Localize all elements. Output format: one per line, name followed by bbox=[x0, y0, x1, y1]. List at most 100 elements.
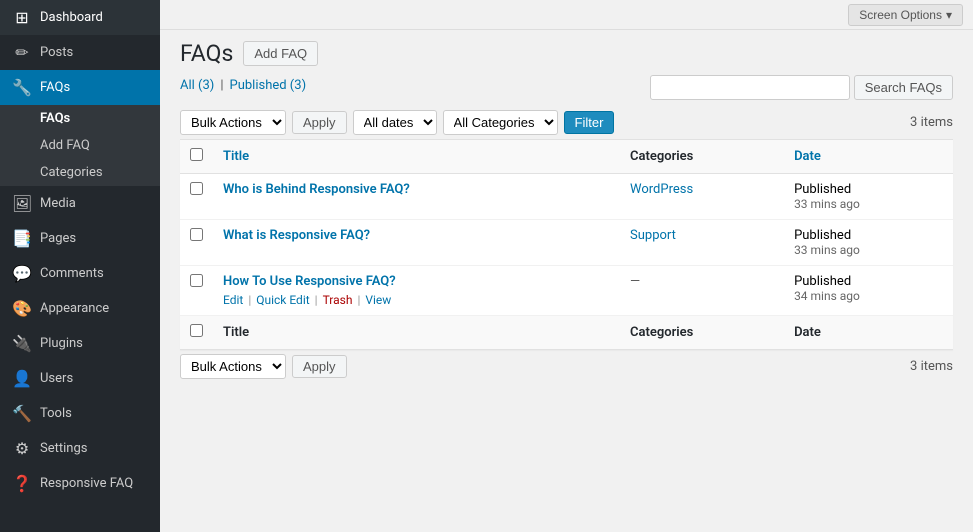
sidebar-item-pages[interactable]: 📑 Pages bbox=[0, 221, 160, 256]
sidebar-item-dashboard[interactable]: ⊞ Dashboard bbox=[0, 0, 160, 35]
row1-title-link[interactable]: Who is Behind Responsive FAQ? bbox=[223, 182, 410, 197]
categories-select[interactable]: All Categories bbox=[443, 110, 558, 135]
filter-published[interactable]: Published (3) bbox=[230, 78, 307, 93]
sidebar-item-label: FAQs bbox=[40, 80, 70, 95]
sidebar-submenu-item-faqs-main[interactable]: FAQs bbox=[0, 105, 160, 132]
th-categories: Categories bbox=[620, 140, 784, 174]
filter-all[interactable]: All (3) bbox=[180, 78, 214, 93]
topbar: Screen Options ▾ bbox=[160, 0, 973, 30]
tools-icon: 🔨 bbox=[12, 404, 32, 423]
sidebar-item-appearance[interactable]: 🎨 Appearance bbox=[0, 291, 160, 326]
apply-button-top[interactable]: Apply bbox=[292, 111, 347, 134]
items-count-bottom: 3 items bbox=[910, 359, 953, 374]
th-title: Title bbox=[213, 140, 620, 174]
bulk-actions-select-bottom[interactable]: Bulk Actions bbox=[180, 354, 286, 379]
sidebar-item-media[interactable]: 🖼 Media bbox=[0, 186, 160, 221]
sidebar-item-tools[interactable]: 🔨 Tools bbox=[0, 396, 160, 431]
sidebar-item-label: Responsive FAQ bbox=[40, 476, 133, 491]
bulk-actions-select-top[interactable]: Bulk Actions bbox=[180, 110, 286, 135]
row1-date-cell: Published 33 mins ago bbox=[784, 174, 953, 220]
sidebar: ⊞ Dashboard ✏ Posts 🔧 FAQs FAQs Add FAQ … bbox=[0, 0, 160, 532]
search-faqs-button[interactable]: Search FAQs bbox=[854, 75, 953, 100]
select-all-checkbox[interactable] bbox=[190, 148, 203, 161]
sidebar-item-users[interactable]: 👤 Users bbox=[0, 361, 160, 396]
row3-checkbox-cell bbox=[180, 266, 213, 316]
row3-quick-edit-link[interactable]: Quick Edit bbox=[256, 293, 309, 307]
sidebar-item-responsive-faq[interactable]: ❓ Responsive FAQ bbox=[0, 466, 160, 501]
comments-icon: 💬 bbox=[12, 264, 32, 283]
sidebar-item-posts[interactable]: ✏ Posts bbox=[0, 35, 160, 70]
sidebar-item-label: Comments bbox=[40, 266, 104, 281]
sidebar-item-plugins[interactable]: 🔌 Plugins bbox=[0, 326, 160, 361]
row3-trash-link[interactable]: Trash bbox=[323, 293, 353, 307]
row2-status: Published bbox=[794, 228, 943, 243]
date-sort-link[interactable]: Date bbox=[794, 149, 821, 164]
screen-options-button[interactable]: Screen Options ▾ bbox=[848, 4, 963, 26]
row3-time-ago: 34 mins ago bbox=[794, 289, 943, 303]
row2-time-ago: 33 mins ago bbox=[794, 243, 943, 257]
th-date: Date bbox=[784, 140, 953, 174]
faqs-icon: 🔧 bbox=[12, 78, 32, 97]
appearance-icon: 🎨 bbox=[12, 299, 32, 318]
sidebar-item-label: Posts bbox=[40, 45, 73, 60]
faqs-table: Title Categories Date Who is Behind Resp… bbox=[180, 139, 953, 350]
sidebar-item-label: Settings bbox=[40, 441, 87, 456]
posts-icon: ✏ bbox=[12, 43, 32, 62]
select-all-checkbox-bottom[interactable] bbox=[190, 324, 203, 337]
row1-status: Published bbox=[794, 182, 943, 197]
users-icon: 👤 bbox=[12, 369, 32, 388]
pages-icon: 📑 bbox=[12, 229, 32, 248]
filter-button[interactable]: Filter bbox=[564, 111, 615, 134]
table-row: Who is Behind Responsive FAQ? Edit | Qui… bbox=[180, 174, 953, 220]
dashboard-icon: ⊞ bbox=[12, 8, 32, 27]
row2-title-link[interactable]: What is Responsive FAQ? bbox=[223, 228, 370, 243]
row2-checkbox[interactable] bbox=[190, 228, 203, 241]
sidebar-item-settings[interactable]: ⚙ Settings bbox=[0, 431, 160, 466]
apply-button-bottom[interactable]: Apply bbox=[292, 355, 347, 378]
tfoot-categories: Categories bbox=[620, 316, 784, 350]
tfoot-date: Date bbox=[784, 316, 953, 350]
sidebar-item-label: Dashboard bbox=[40, 10, 103, 25]
sidebar-item-comments[interactable]: 💬 Comments bbox=[0, 256, 160, 291]
dates-select[interactable]: All dates bbox=[353, 110, 437, 135]
media-icon: 🖼 bbox=[12, 194, 32, 213]
row3-edit-link[interactable]: Edit bbox=[223, 293, 243, 307]
sidebar-item-label: Plugins bbox=[40, 336, 83, 351]
sidebar-item-label: Media bbox=[40, 196, 76, 211]
page-title: FAQs bbox=[180, 40, 233, 67]
table-row: What is Responsive FAQ? Edit | Quick Edi… bbox=[180, 220, 953, 266]
search-row: Search FAQs bbox=[650, 75, 953, 100]
tfoot-title: Title bbox=[213, 316, 620, 350]
row1-category-cell: WordPress bbox=[620, 174, 784, 220]
sidebar-item-label: Tools bbox=[40, 406, 72, 421]
responsive-faq-icon: ❓ bbox=[12, 474, 32, 493]
row3-date-cell: Published 34 mins ago bbox=[784, 266, 953, 316]
screen-options-arrow: ▾ bbox=[946, 8, 952, 22]
row2-title-cell: What is Responsive FAQ? Edit | Quick Edi… bbox=[213, 220, 620, 266]
main-content: Screen Options ▾ FAQs Add FAQ All (3) | … bbox=[160, 0, 973, 532]
row3-title-link[interactable]: How To Use Responsive FAQ? bbox=[223, 274, 396, 289]
screen-options-label: Screen Options bbox=[859, 8, 942, 22]
row3-actions: Edit | Quick Edit | Trash | View bbox=[223, 293, 610, 307]
row2-category-cell: Support bbox=[620, 220, 784, 266]
row1-category-link[interactable]: WordPress bbox=[630, 182, 693, 197]
search-input[interactable] bbox=[650, 75, 850, 100]
table-row: How To Use Responsive FAQ? Edit | Quick … bbox=[180, 266, 953, 316]
row1-title-cell: Who is Behind Responsive FAQ? Edit | Qui… bbox=[213, 174, 620, 220]
sidebar-item-label: Users bbox=[40, 371, 73, 386]
sidebar-submenu-item-categories[interactable]: Categories bbox=[0, 159, 160, 186]
title-sort-link[interactable]: Title bbox=[223, 149, 249, 164]
sidebar-item-label: Appearance bbox=[40, 301, 109, 316]
filter-separator: | bbox=[220, 78, 223, 93]
sidebar-submenu-item-add-faq[interactable]: Add FAQ bbox=[0, 132, 160, 159]
row2-checkbox-cell bbox=[180, 220, 213, 266]
row1-checkbox[interactable] bbox=[190, 182, 203, 195]
add-faq-button[interactable]: Add FAQ bbox=[243, 41, 318, 66]
row1-checkbox-cell bbox=[180, 174, 213, 220]
row3-checkbox[interactable] bbox=[190, 274, 203, 287]
row2-category-link[interactable]: Support bbox=[630, 228, 676, 243]
settings-icon: ⚙ bbox=[12, 439, 32, 458]
sidebar-item-faqs[interactable]: 🔧 FAQs bbox=[0, 70, 160, 105]
row3-view-link[interactable]: View bbox=[365, 293, 391, 307]
sidebar-item-label: Pages bbox=[40, 231, 76, 246]
